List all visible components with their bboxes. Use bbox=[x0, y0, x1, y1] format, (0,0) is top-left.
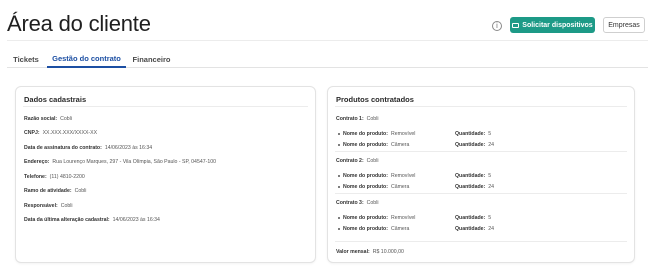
field-telefone: Telefone: (11) 4810-2200 bbox=[24, 174, 85, 180]
field-value: 14/06/2023 às 16:34 bbox=[112, 217, 160, 223]
bullet-icon bbox=[338, 227, 340, 230]
field-value: Cobli bbox=[60, 116, 72, 122]
product-name: Nome do produto: Câmera bbox=[338, 184, 409, 190]
product-name-value: Removível bbox=[390, 173, 416, 179]
field-data-assinatura: Data de assinatura do contrato: 14/06/202… bbox=[24, 145, 152, 151]
field-value: Cobli bbox=[74, 188, 87, 194]
product-name-label: Nome do produto: bbox=[343, 173, 388, 179]
bullet-icon bbox=[338, 143, 340, 146]
field-cnpj: CNPJ: XX.XXX.XXX/XXXX-XX bbox=[24, 130, 97, 136]
quantity-label: Quantidade: bbox=[455, 142, 486, 148]
contract-label: Contrato 3: bbox=[336, 200, 364, 206]
field-label: CNPJ: bbox=[24, 130, 40, 136]
field-ultima-alteracao: Data da última alteração cadastral: 14/06… bbox=[24, 217, 160, 223]
dados-cadastrais-title: Dados cadastrais bbox=[24, 95, 87, 104]
product-name-label: Nome do produto: bbox=[343, 131, 388, 137]
product-quantity: Quantidade: 5 bbox=[455, 131, 491, 137]
product-name-label: Nome do produto: bbox=[343, 226, 388, 232]
product-name-value: Removível bbox=[390, 131, 416, 137]
valor-mensal-label: Valor mensal: bbox=[336, 249, 370, 255]
product-name-value: Câmera bbox=[390, 226, 410, 232]
field-ramo-atividade: Ramo de atividade: Cobli bbox=[24, 188, 86, 194]
quantity-value: 5 bbox=[488, 131, 492, 137]
product-name-label: Nome do produto: bbox=[343, 215, 388, 221]
field-razao-social: Razão social: Cobli bbox=[24, 116, 72, 122]
product-name: Nome do produto: Removível bbox=[338, 215, 415, 221]
solicitar-dispositivos-button[interactable]: Solicitar dispositivos bbox=[510, 17, 595, 33]
contract-divider bbox=[335, 193, 627, 194]
valor-mensal-value: R$ 10.000,00 bbox=[372, 249, 404, 255]
field-label: Ramo de atividade: bbox=[24, 188, 72, 194]
valor-mensal: Valor mensal: R$ 10.000,00 bbox=[336, 249, 404, 255]
bullet-icon bbox=[338, 185, 340, 188]
product-quantity: Quantidade: 5 bbox=[455, 215, 491, 221]
contract-value: Cobli bbox=[366, 116, 379, 122]
quantity-label: Quantidade: bbox=[455, 184, 486, 190]
produtos-contratados-card: Produtos contratados Contrato 1: Cobli No… bbox=[327, 86, 635, 263]
field-value: Cobli bbox=[60, 203, 73, 209]
contract-label: Contrato 2: bbox=[336, 158, 364, 164]
field-label: Telefone: bbox=[24, 174, 47, 180]
field-value: XX.XXX.XXX/XXXX-XX bbox=[42, 130, 98, 136]
bullet-icon bbox=[338, 216, 340, 219]
product-name-value: Removível bbox=[390, 215, 416, 221]
quantity-value: 5 bbox=[488, 215, 492, 221]
field-endereco: Endereço: Rua Lourenço Marques, 297 - Vil… bbox=[24, 159, 216, 165]
product-quantity: Quantidade: 24 bbox=[455, 184, 494, 190]
header-divider bbox=[7, 40, 648, 41]
bullet-icon bbox=[338, 132, 340, 135]
tab-bar: Tickets Gestão do contrato Financeiro bbox=[7, 50, 648, 68]
dados-cadastrais-card: Dados cadastrais Razão social: Cobli CNPJ… bbox=[15, 86, 316, 263]
quantity-value: 5 bbox=[488, 173, 492, 179]
product-name-label: Nome do produto: bbox=[343, 142, 388, 148]
product-name: Nome do produto: Câmera bbox=[338, 226, 409, 232]
card-divider bbox=[335, 106, 627, 107]
quantity-value: 24 bbox=[488, 184, 495, 190]
field-label: Razão social: bbox=[24, 116, 58, 122]
product-quantity: Quantidade: 24 bbox=[455, 142, 494, 148]
quantity-label: Quantidade: bbox=[455, 215, 486, 221]
device-icon bbox=[512, 22, 520, 28]
tab-financeiro[interactable]: Financeiro bbox=[129, 50, 174, 68]
field-responsavel: Responsável: Cobli bbox=[24, 203, 73, 209]
field-value: 14/06/2023 às 16:34 bbox=[104, 145, 153, 151]
product-quantity: Quantidade: 24 bbox=[455, 226, 494, 232]
quantity-label: Quantidade: bbox=[455, 226, 486, 232]
product-name: Nome do produto: Removível bbox=[338, 173, 415, 179]
product-name-label: Nome do produto: bbox=[343, 184, 388, 190]
page-title: Área do cliente bbox=[7, 11, 151, 36]
product-name: Nome do produto: Câmera bbox=[338, 142, 409, 148]
product-name-value: Câmera bbox=[390, 142, 410, 148]
product-quantity: Quantidade: 5 bbox=[455, 173, 491, 179]
empresas-button[interactable]: Empresas bbox=[603, 17, 645, 33]
produtos-contratados-title: Produtos contratados bbox=[336, 95, 414, 104]
product-name-value: Câmera bbox=[390, 184, 410, 190]
contract-label: Contrato 1: bbox=[336, 116, 364, 122]
quantity-label: Quantidade: bbox=[455, 131, 486, 137]
field-label: Data da última alteração cadastral: bbox=[24, 217, 110, 223]
quantity-label: Quantidade: bbox=[455, 173, 486, 179]
field-label: Endereço: bbox=[24, 159, 50, 165]
contract-divider bbox=[335, 151, 627, 152]
product-name: Nome do produto: Removível bbox=[338, 131, 415, 137]
contract-value: Cobli bbox=[366, 200, 379, 206]
field-label: Responsável: bbox=[24, 203, 58, 209]
contract-value: Cobli bbox=[366, 158, 379, 164]
field-value: (11) 4810-2200 bbox=[49, 174, 85, 180]
bullet-icon bbox=[338, 174, 340, 177]
contract-title: Contrato 2: Cobli bbox=[336, 158, 379, 164]
field-value: Rua Lourenço Marques, 297 - Vila Olímpia… bbox=[52, 159, 216, 165]
tab-tickets[interactable]: Tickets bbox=[7, 50, 45, 68]
field-label: Data de assinatura do contrato: bbox=[24, 145, 102, 151]
solicitar-dispositivos-label: Solicitar dispositivos bbox=[522, 21, 593, 29]
quantity-value: 24 bbox=[488, 142, 495, 148]
quantity-value: 24 bbox=[488, 226, 495, 232]
tab-gestao-do-contrato[interactable]: Gestão do contrato bbox=[47, 50, 126, 68]
contract-divider bbox=[335, 241, 627, 242]
contract-title: Contrato 1: Cobli bbox=[336, 116, 379, 122]
card-divider bbox=[23, 106, 308, 107]
contract-title: Contrato 3: Cobli bbox=[336, 200, 379, 206]
info-icon[interactable]: i bbox=[492, 21, 502, 31]
